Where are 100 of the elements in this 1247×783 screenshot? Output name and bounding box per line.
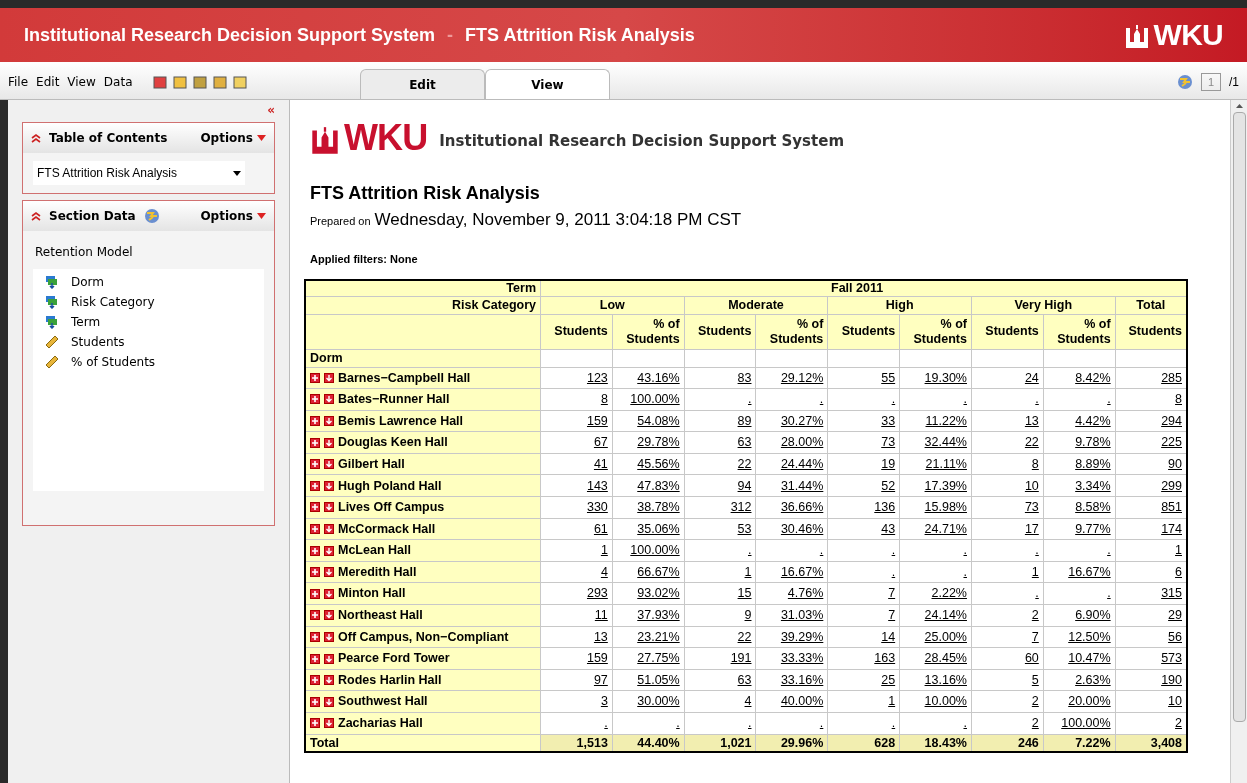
drill-down-icon[interactable]: [324, 416, 334, 426]
data-link[interactable]: 9: [744, 608, 752, 623]
data-link[interactable]: .: [1107, 543, 1111, 558]
data-link[interactable]: 29: [1168, 608, 1182, 623]
drill-down-icon[interactable]: [324, 653, 334, 664]
data-link[interactable]: .: [819, 543, 824, 558]
data-link[interactable]: .: [604, 716, 608, 731]
data-link[interactable]: 61: [593, 521, 608, 536]
data-link[interactable]: 94: [737, 478, 752, 493]
refresh-icon[interactable]: [1177, 74, 1193, 90]
data-link[interactable]: 573: [1161, 651, 1182, 666]
expand-icon[interactable]: [310, 696, 320, 707]
data-link[interactable]: 191: [730, 651, 752, 666]
expand-icon[interactable]: [310, 588, 320, 599]
data-link[interactable]: 22: [1024, 435, 1039, 450]
data-link[interactable]: 6: [1175, 564, 1182, 579]
data-link[interactable]: 1: [600, 543, 608, 558]
tab[interactable]: View: [485, 69, 610, 99]
field-name[interactable]: Risk Category: [71, 293, 155, 311]
drill-down-icon[interactable]: [324, 718, 334, 729]
drill-down-icon[interactable]: [324, 459, 334, 470]
data-link[interactable]: 13: [1024, 413, 1039, 428]
data-link[interactable]: .: [819, 392, 824, 407]
field-name[interactable]: % of Students: [71, 353, 156, 371]
data-link[interactable]: 55: [881, 370, 896, 385]
tab[interactable]: Edit: [360, 69, 485, 99]
field-name[interactable]: Students: [71, 333, 125, 351]
data-link[interactable]: 97: [593, 672, 608, 687]
data-link[interactable]: .: [748, 543, 752, 558]
data-link[interactable]: 1: [1175, 543, 1182, 558]
data-link[interactable]: 285: [1161, 370, 1182, 385]
data-link[interactable]: .: [819, 716, 824, 731]
data-link[interactable]: 7: [888, 586, 896, 601]
data-link[interactable]: .: [891, 543, 896, 558]
row-header[interactable]: Minton Hall: [338, 587, 406, 600]
data-link[interactable]: .: [963, 716, 967, 731]
data-link[interactable]: 294: [1161, 413, 1182, 428]
data-link[interactable]: 8: [1031, 456, 1039, 471]
data-link[interactable]: 13: [593, 629, 608, 644]
data-link[interactable]: 315: [1161, 586, 1182, 601]
row-header[interactable]: Gilbert Hall: [338, 457, 405, 471]
data-link[interactable]: .: [891, 716, 896, 731]
drill-down-icon[interactable]: [324, 502, 334, 513]
data-link[interactable]: 14: [881, 629, 896, 644]
data-link[interactable]: 24: [1024, 370, 1039, 385]
data-link[interactable]: 56: [1168, 629, 1182, 644]
data-link[interactable]: .: [1035, 586, 1039, 601]
data-link[interactable]: 7: [1031, 629, 1039, 644]
expand-icon[interactable]: [310, 545, 320, 556]
data-link[interactable]: 136: [874, 500, 896, 515]
expand-icon[interactable]: [310, 480, 320, 491]
data-link[interactable]: 43: [881, 521, 896, 536]
data-link[interactable]: 89: [737, 413, 752, 428]
data-link[interactable]: 10: [1168, 694, 1182, 709]
scroll-up-icon[interactable]: [1235, 104, 1243, 108]
expand-icon[interactable]: [310, 610, 320, 621]
data-link[interactable]: .: [963, 392, 967, 407]
data-link[interactable]: 7: [888, 608, 896, 623]
menu-item[interactable]: View: [67, 73, 96, 91]
data-link[interactable]: 174: [1161, 521, 1182, 536]
data-link[interactable]: 19: [881, 456, 896, 471]
drill-down-icon[interactable]: [324, 588, 334, 599]
drill-down-icon[interactable]: [324, 696, 334, 707]
drill-down-icon[interactable]: [324, 675, 334, 686]
expand-icon[interactable]: [310, 394, 320, 405]
drill-down-icon[interactable]: [324, 545, 334, 556]
data-link[interactable]: 53: [737, 521, 752, 536]
drill-down-icon[interactable]: [324, 567, 334, 578]
data-link[interactable]: 1: [744, 564, 752, 579]
data-link[interactable]: .: [748, 716, 752, 731]
data-link[interactable]: 8: [600, 392, 608, 407]
data-link[interactable]: 52: [881, 478, 896, 493]
data-link[interactable]: 851: [1161, 500, 1182, 515]
data-link[interactable]: 25: [881, 672, 896, 687]
drill-down-icon[interactable]: [324, 437, 334, 448]
data-link[interactable]: 22: [737, 629, 752, 644]
field-name[interactable]: Term: [71, 313, 101, 331]
data-link[interactable]: 17: [1024, 521, 1039, 536]
data-link[interactable]: 10: [1024, 478, 1039, 493]
data-link[interactable]: 3: [600, 694, 608, 709]
options-menu[interactable]: Options: [200, 207, 266, 225]
data-link[interactable]: .: [891, 392, 896, 407]
data-link[interactable]: 2: [1175, 716, 1182, 731]
menu-item[interactable]: Data: [103, 73, 133, 91]
data-link[interactable]: 2: [1031, 716, 1039, 731]
data-link[interactable]: 4: [744, 694, 752, 709]
data-link[interactable]: 293: [586, 586, 608, 601]
expand-icon[interactable]: [310, 502, 320, 513]
data-link[interactable]: .: [1107, 392, 1111, 407]
data-link[interactable]: .: [963, 543, 967, 558]
data-link[interactable]: 312: [730, 500, 752, 515]
drill-down-icon[interactable]: [324, 480, 334, 491]
expand-icon[interactable]: [310, 437, 320, 448]
menu-item[interactable]: File: [8, 73, 29, 91]
data-link[interactable]: .: [1035, 543, 1039, 558]
report-dropdown[interactable]: FTS Attrition Risk Analysis: [33, 161, 245, 185]
data-link[interactable]: .: [1035, 392, 1039, 407]
data-link[interactable]: .: [1107, 586, 1111, 601]
expand-icon[interactable]: [310, 718, 320, 729]
data-link[interactable]: 22: [737, 456, 752, 471]
